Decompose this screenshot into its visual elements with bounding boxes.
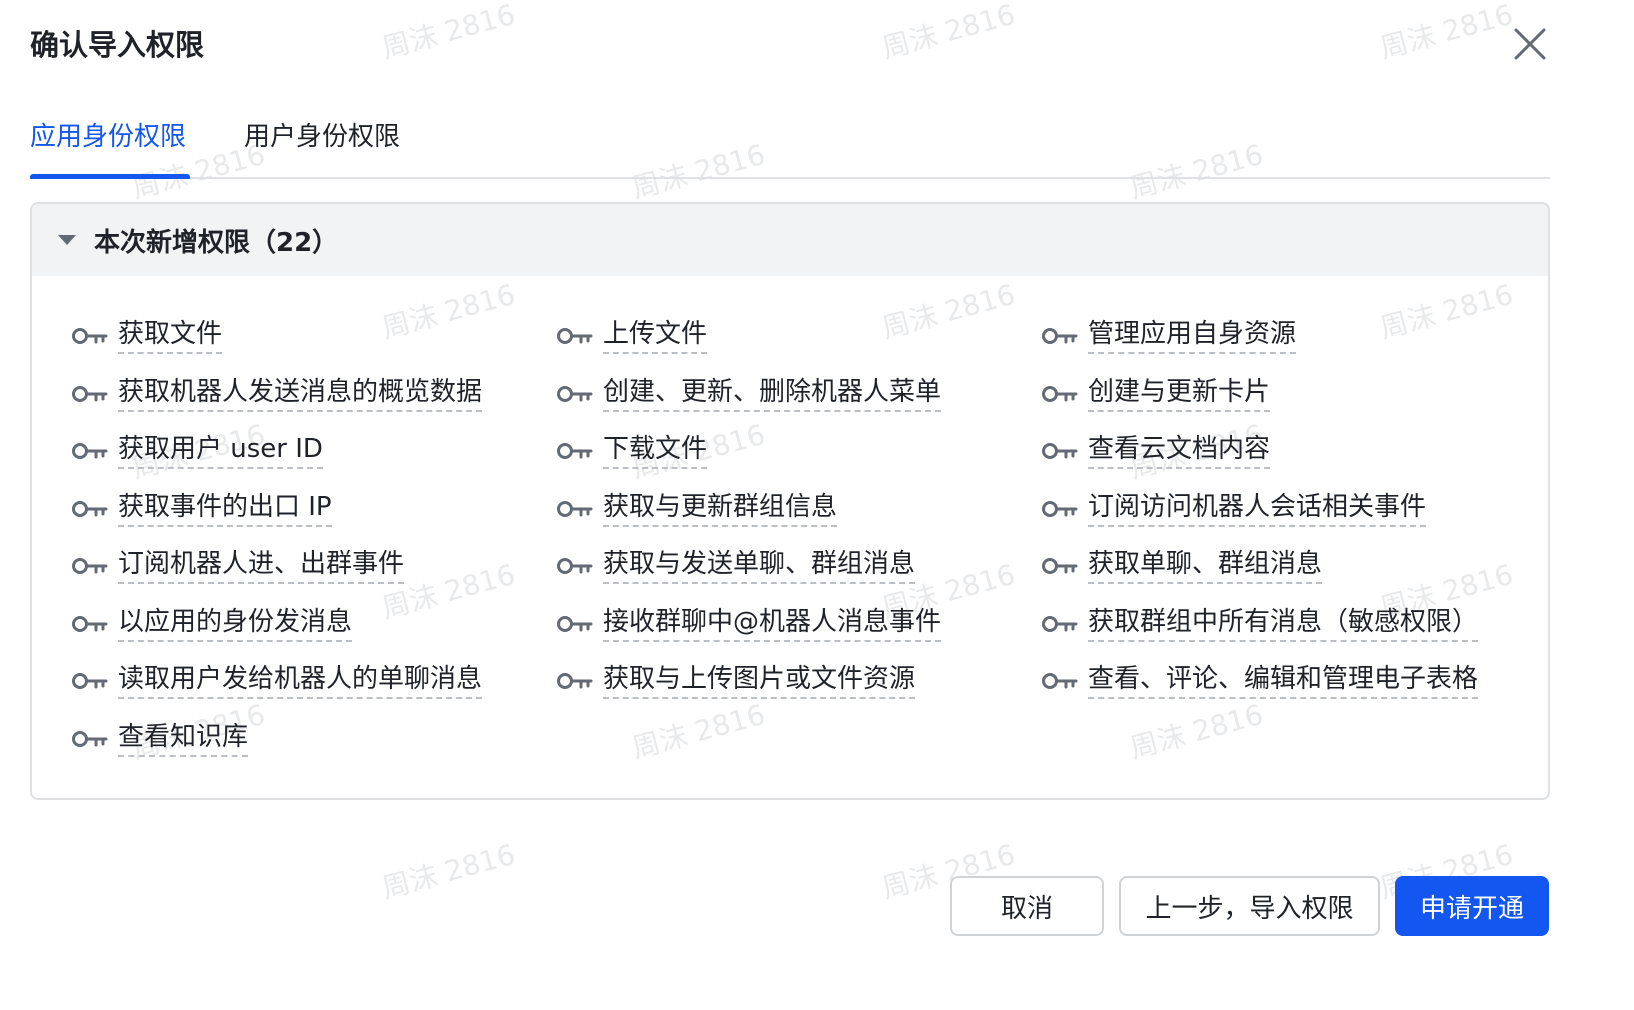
key-icon — [557, 326, 593, 346]
close-button[interactable] — [1508, 22, 1552, 66]
active-tab-indicator — [30, 174, 190, 179]
key-icon — [72, 499, 108, 519]
permission-item: 获取与更新群组信息 — [557, 489, 838, 529]
permission-label[interactable]: 获取用户 user ID — [118, 433, 323, 469]
permission-label[interactable]: 订阅机器人进、出群事件 — [118, 548, 405, 584]
permission-item: 获取与上传图片或文件资源 — [557, 661, 916, 701]
key-icon — [1042, 384, 1078, 404]
key-icon — [72, 441, 108, 461]
permission-item: 下载文件 — [557, 431, 708, 471]
new-permissions-panel: 本次新增权限（22） 获取文件获取机器人发送消息的概览数据 获取用户 user I… — [30, 202, 1550, 800]
section-title: 本次新增权限（22） — [94, 227, 339, 258]
key-icon — [557, 384, 593, 404]
watermark: 周沫 2816 — [378, 837, 519, 906]
permission-label[interactable]: 订阅访问机器人会话相关事件 — [1088, 491, 1427, 527]
permission-label[interactable]: 管理应用自身资源 — [1088, 318, 1297, 354]
key-icon — [1042, 614, 1078, 634]
permission-item: 获取事件的出口 IP — [72, 489, 332, 529]
permission-item: 创建与更新卡片 — [1042, 374, 1271, 414]
cancel-button[interactable]: 取消 — [950, 876, 1104, 936]
permission-label[interactable]: 获取与上传图片或文件资源 — [603, 663, 916, 699]
key-icon — [72, 556, 108, 576]
caret-down-icon — [58, 235, 76, 245]
close-icon — [1514, 28, 1546, 60]
permission-item: 创建、更新、删除机器人菜单 — [557, 374, 942, 414]
permission-label[interactable]: 获取事件的出口 IP — [118, 491, 332, 527]
dialog-title: 确认导入权限 — [30, 28, 205, 62]
permission-label[interactable]: 获取与发送单聊、群组消息 — [603, 548, 916, 584]
key-icon — [557, 671, 593, 691]
key-icon — [72, 326, 108, 346]
tab-app-identity-permissions[interactable]: 应用身份权限 — [30, 116, 186, 153]
key-icon — [1042, 671, 1078, 691]
permission-item: 获取文件 — [72, 316, 223, 356]
key-icon — [557, 614, 593, 634]
permission-label[interactable]: 创建与更新卡片 — [1088, 376, 1271, 412]
permission-item: 获取用户 user ID — [72, 431, 323, 471]
permission-item: 查看、评论、编辑和管理电子表格 — [1042, 661, 1479, 701]
permission-item: 获取与发送单聊、群组消息 — [557, 546, 916, 586]
key-icon — [557, 556, 593, 576]
permission-label[interactable]: 查看、评论、编辑和管理电子表格 — [1088, 663, 1479, 699]
permission-label[interactable]: 以应用的身份发消息 — [118, 606, 353, 642]
permission-label[interactable]: 查看云文档内容 — [1088, 433, 1271, 469]
permission-label[interactable]: 获取文件 — [118, 318, 223, 354]
prev-step-button[interactable]: 上一步，导入权限 — [1119, 876, 1380, 936]
permission-item: 获取机器人发送消息的概览数据 — [72, 374, 483, 414]
permission-label[interactable]: 下载文件 — [603, 433, 708, 469]
permission-label[interactable]: 获取机器人发送消息的概览数据 — [118, 376, 483, 412]
key-icon — [1042, 326, 1078, 346]
permission-label[interactable]: 上传文件 — [603, 318, 708, 354]
tab-bar: 应用身份权限 用户身份权限 — [30, 100, 1550, 179]
permission-item: 管理应用自身资源 — [1042, 316, 1297, 356]
permission-list: 获取文件获取机器人发送消息的概览数据 获取用户 user ID 获取事件的出口 IP… — [32, 276, 1548, 796]
permission-label[interactable]: 获取与更新群组信息 — [603, 491, 838, 527]
permission-item: 以应用的身份发消息 — [72, 604, 353, 644]
key-icon — [557, 499, 593, 519]
collapse-header[interactable]: 本次新增权限（22） — [32, 204, 1548, 276]
watermark: 周沫 2816 — [378, 0, 519, 66]
permission-item: 读取用户发给机器人的单聊消息 — [72, 661, 483, 701]
permission-item: 查看云文档内容 — [1042, 431, 1271, 471]
apply-button[interactable]: 申请开通 — [1395, 876, 1549, 936]
key-icon — [72, 671, 108, 691]
key-icon — [1042, 556, 1078, 576]
key-icon — [72, 614, 108, 634]
permission-item: 上传文件 — [557, 316, 708, 356]
permission-label[interactable]: 接收群聊中@机器人消息事件 — [603, 606, 942, 642]
tab-user-identity-permissions[interactable]: 用户身份权限 — [244, 116, 400, 153]
permission-label[interactable]: 查看知识库 — [118, 721, 249, 757]
permission-item: 订阅访问机器人会话相关事件 — [1042, 489, 1427, 529]
watermark: 周沫 2816 — [1376, 0, 1517, 66]
key-icon — [1042, 441, 1078, 461]
permission-item: 获取群组中所有消息（敏感权限） — [1042, 604, 1479, 644]
key-icon — [72, 384, 108, 404]
permission-item: 查看知识库 — [72, 719, 249, 759]
permission-item: 接收群聊中@机器人消息事件 — [557, 604, 942, 644]
key-icon — [557, 441, 593, 461]
permission-item: 订阅机器人进、出群事件 — [72, 546, 405, 586]
permission-label[interactable]: 获取群组中所有消息（敏感权限） — [1088, 606, 1479, 642]
permission-label[interactable]: 读取用户发给机器人的单聊消息 — [118, 663, 483, 699]
permission-item: 获取单聊、群组消息 — [1042, 546, 1323, 586]
key-icon — [1042, 499, 1078, 519]
permission-label[interactable]: 获取单聊、群组消息 — [1088, 548, 1323, 584]
watermark: 周沫 2816 — [878, 0, 1019, 66]
key-icon — [72, 729, 108, 749]
permission-label[interactable]: 创建、更新、删除机器人菜单 — [603, 376, 942, 412]
